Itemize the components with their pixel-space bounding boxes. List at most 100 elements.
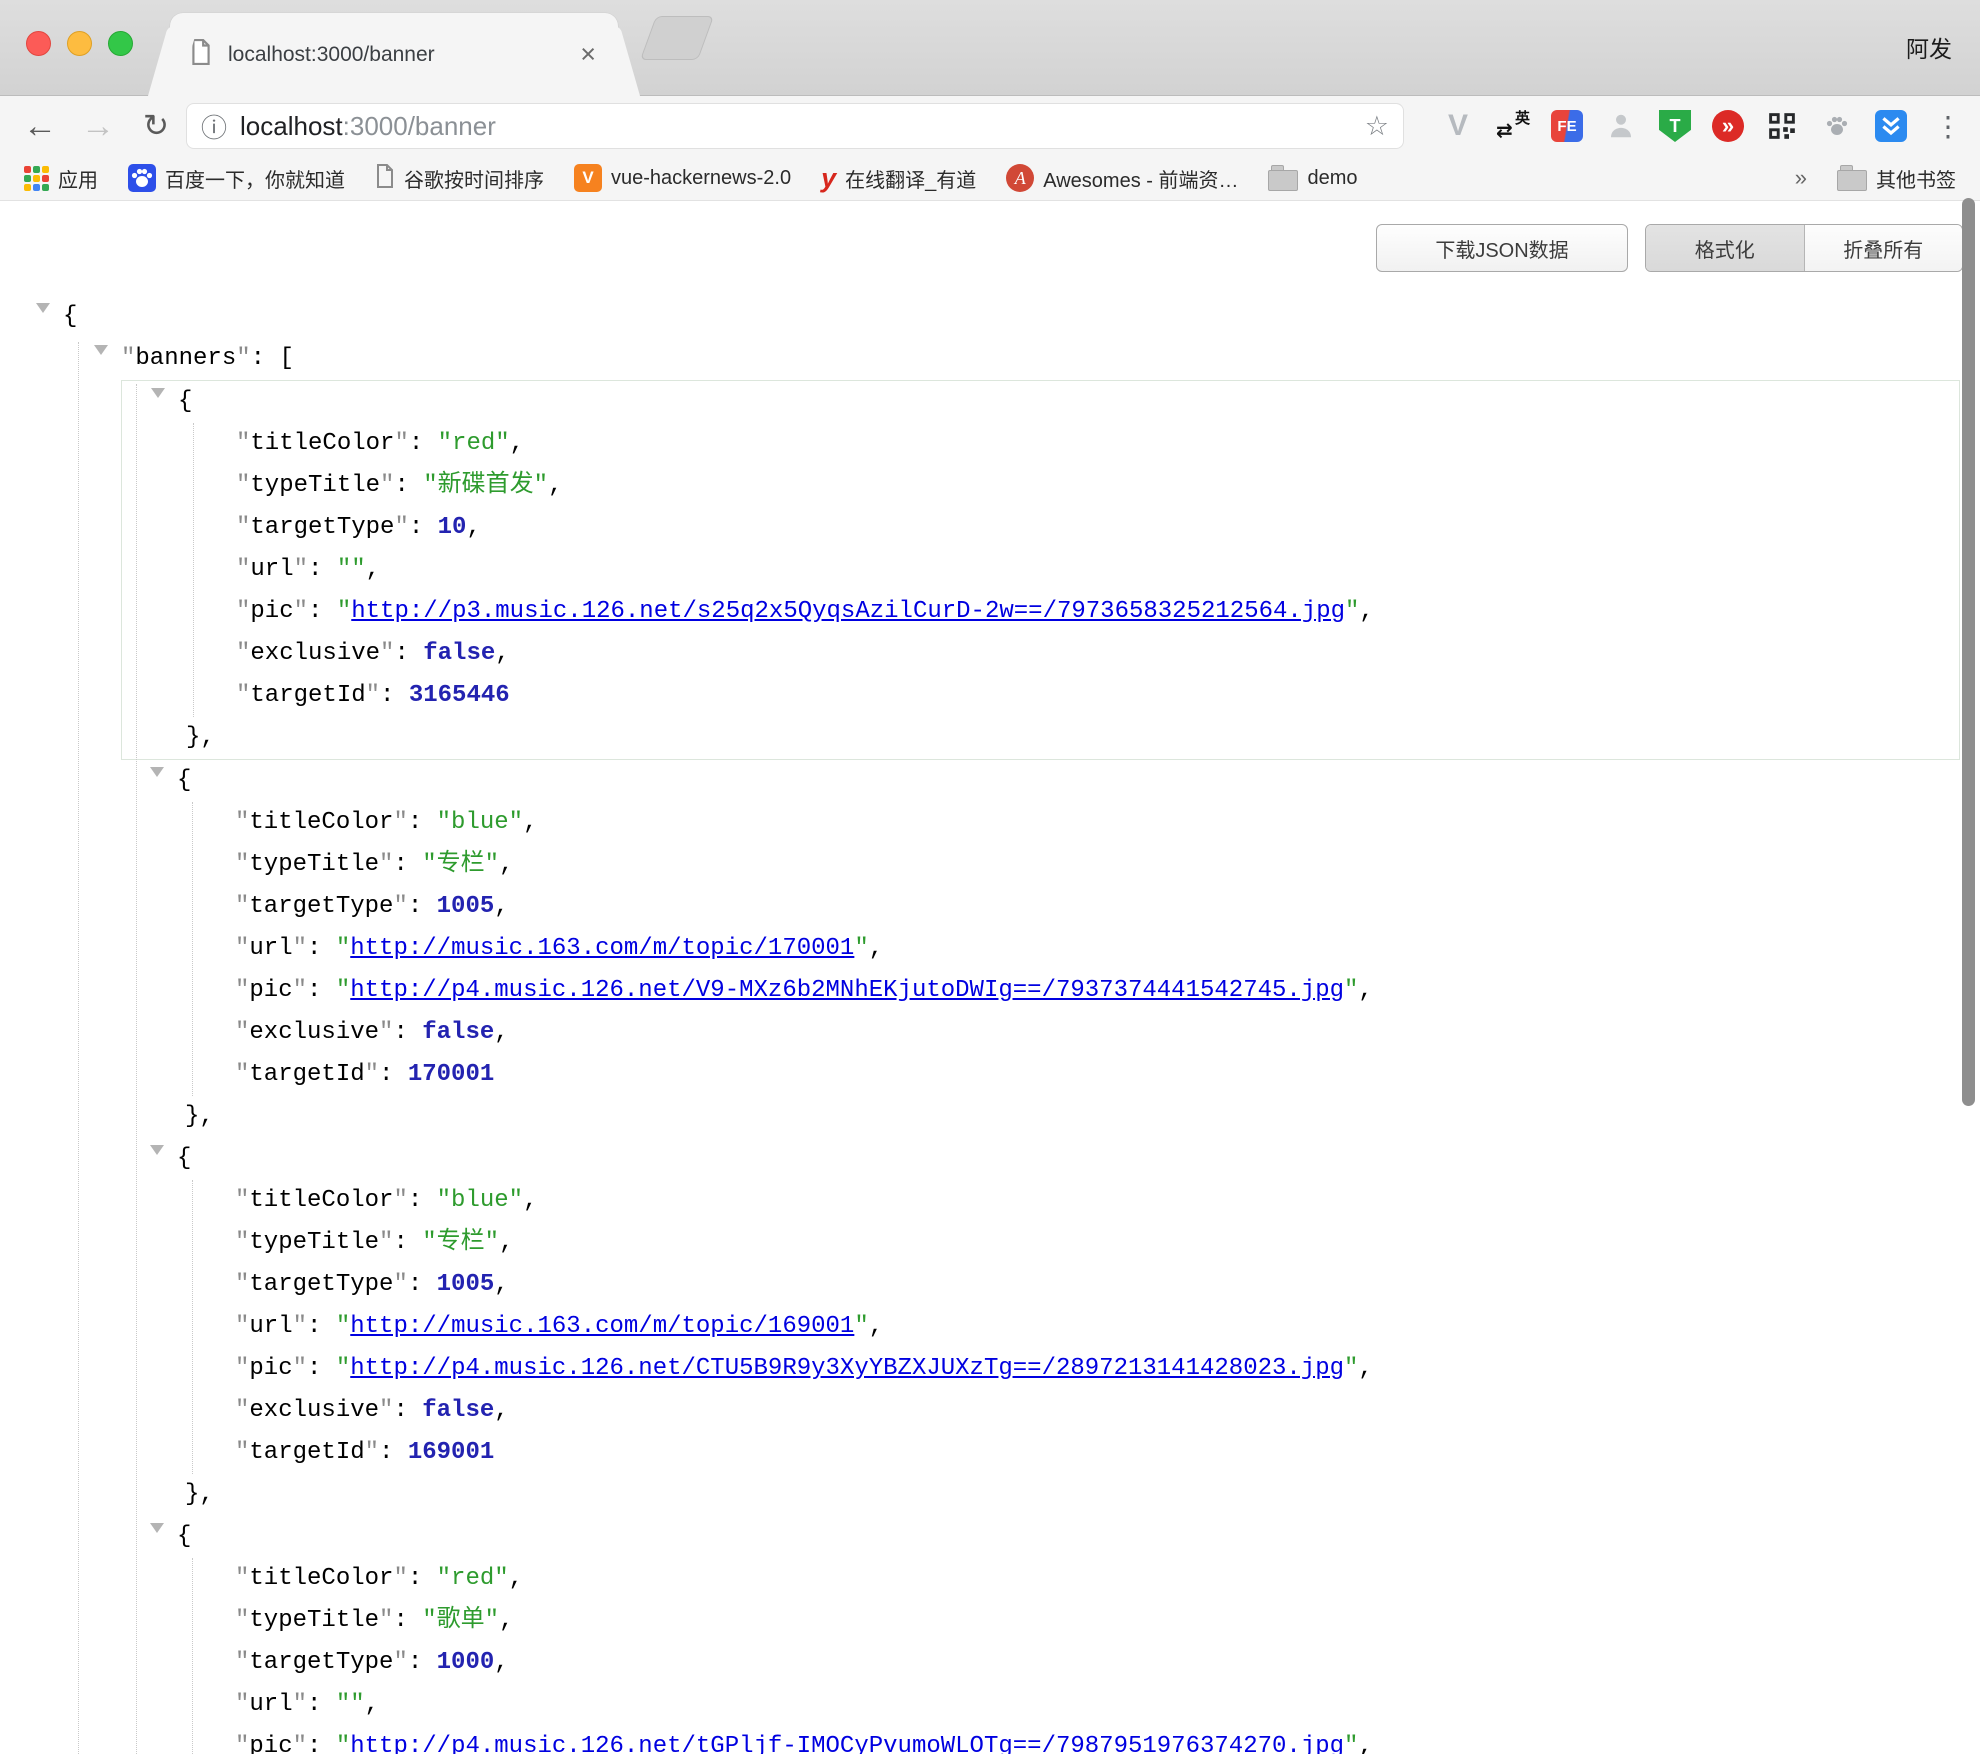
json-object-close: }, bbox=[121, 1096, 1960, 1138]
vue-devtools-extension-icon[interactable]: V bbox=[1441, 109, 1475, 143]
json-key: typeTitle bbox=[249, 1607, 379, 1634]
bookmark-label: Awesomes - 前端资… bbox=[1043, 164, 1238, 193]
collapse-triangle-icon[interactable] bbox=[36, 303, 50, 320]
json-string-value: "" bbox=[336, 1691, 365, 1718]
json-string-value: "" bbox=[337, 556, 366, 583]
json-string-value: "red" bbox=[438, 430, 510, 457]
url-host: localhost bbox=[240, 111, 343, 141]
tampermonkey-extension-icon[interactable]: T bbox=[1659, 110, 1691, 142]
json-key: titleColor bbox=[249, 1565, 393, 1592]
json-property-targetId: "targetId": 169001 bbox=[121, 1432, 1960, 1474]
collapse-all-button[interactable]: 折叠所有 bbox=[1804, 225, 1963, 271]
new-tab-button[interactable] bbox=[640, 16, 714, 60]
browser-tab[interactable]: localhost:3000/banner × bbox=[170, 13, 618, 96]
json-property-targetType: "targetType": 1005, bbox=[121, 886, 1960, 928]
json-key: targetType bbox=[250, 514, 394, 541]
collapse-triangle-icon[interactable] bbox=[151, 388, 165, 405]
json-property-exclusive: "exclusive": false, bbox=[121, 1012, 1960, 1054]
bookmark-item-1[interactable]: 百度一下，你就知道 bbox=[128, 164, 345, 193]
fe-extension-icon[interactable]: FE bbox=[1551, 110, 1583, 142]
page-scrollbar-thumb[interactable] bbox=[1962, 198, 1975, 1106]
thunder-extension-icon[interactable] bbox=[1875, 110, 1907, 142]
bookmarks-overflow-icon[interactable]: » bbox=[1795, 165, 1807, 191]
json-string-value: "专栏" bbox=[422, 851, 499, 878]
forward-icon[interactable]: → bbox=[76, 96, 120, 156]
json-string-value: "专栏" bbox=[422, 1229, 499, 1256]
json-object-open: { bbox=[121, 760, 1960, 802]
browser-profile-name[interactable]: 阿发 bbox=[1906, 30, 1952, 64]
json-property-titleColor: "titleColor": "blue", bbox=[121, 802, 1960, 844]
json-guide-line bbox=[78, 342, 79, 1754]
collapse-triangle-icon[interactable] bbox=[150, 1523, 164, 1540]
tab-close-icon[interactable]: × bbox=[578, 41, 598, 68]
json-link[interactable]: http://music.163.com/m/topic/170001 bbox=[350, 935, 854, 962]
json-property-titleColor: "titleColor": "blue", bbox=[121, 1180, 1960, 1222]
bookmark-item-3[interactable]: Vvue-hackernews-2.0 bbox=[574, 164, 791, 192]
json-key: typeTitle bbox=[250, 472, 380, 499]
bookmark-star-icon[interactable]: ☆ bbox=[1365, 111, 1389, 142]
back-icon[interactable]: ← bbox=[18, 96, 62, 156]
collapse-triangle-icon[interactable] bbox=[150, 767, 164, 784]
collapse-triangle-icon[interactable] bbox=[94, 345, 108, 362]
json-key: targetId bbox=[250, 682, 365, 709]
json-key: typeTitle bbox=[249, 1229, 379, 1256]
url-bar[interactable]: ⓘ localhost:3000/banner ☆ bbox=[186, 103, 1404, 149]
json-link[interactable]: http://music.163.com/m/topic/169001 bbox=[350, 1313, 854, 1340]
json-key: url bbox=[249, 935, 292, 962]
bookmark-label: 应用 bbox=[58, 164, 98, 193]
page-info-icon[interactable]: ⓘ bbox=[201, 108, 227, 145]
json-link[interactable]: http://p4.music.126.net/V9-MXz6b2MNhEKju… bbox=[350, 977, 1344, 1004]
json-key: pic bbox=[249, 977, 292, 1004]
bookmark-label: demo bbox=[1307, 167, 1357, 190]
json-property-targetId: "targetId": 3165446 bbox=[122, 675, 1959, 717]
zoom-window-button[interactable] bbox=[108, 31, 133, 56]
folder-icon bbox=[1268, 170, 1298, 191]
json-key: targetId bbox=[249, 1439, 364, 1466]
bookmark-item-0[interactable]: 应用 bbox=[24, 164, 98, 193]
extensions-bar: V 英⇄ FE T » ⋮ bbox=[1420, 96, 1980, 156]
json-string-value: "歌单" bbox=[422, 1607, 499, 1634]
close-window-button[interactable] bbox=[26, 31, 51, 56]
json-link[interactable]: http://p4.music.126.net/tGPljf-IMOCyPvum… bbox=[350, 1733, 1344, 1754]
page-icon bbox=[375, 163, 395, 194]
json-property-pic: "pic": "http://p4.music.126.net/tGPljf-I… bbox=[121, 1726, 1960, 1754]
url-path: :3000/banner bbox=[343, 111, 496, 141]
other-bookmarks-folder[interactable]: 其他书签 bbox=[1837, 164, 1956, 193]
format-button[interactable]: 格式化 bbox=[1646, 225, 1804, 271]
minimize-window-button[interactable] bbox=[67, 31, 92, 56]
json-key: titleColor bbox=[250, 430, 394, 457]
qrcode-extension-icon[interactable] bbox=[1765, 109, 1799, 143]
json-banners-line: "banners": [ bbox=[0, 338, 1980, 380]
url-text[interactable]: localhost:3000/banner bbox=[240, 111, 496, 142]
bookmark-item-6[interactable]: demo bbox=[1268, 166, 1357, 191]
json-property-pic: "pic": "http://p4.music.126.net/CTU5B9R9… bbox=[121, 1348, 1960, 1390]
translate-extension-icon[interactable]: 英⇄ bbox=[1496, 109, 1530, 143]
json-link[interactable]: http://p4.music.126.net/CTU5B9R9y3XyYBZX… bbox=[350, 1355, 1344, 1382]
reload-icon[interactable]: ↻ bbox=[134, 96, 178, 156]
video-downloader-extension-icon[interactable]: » bbox=[1712, 110, 1744, 142]
person-extension-icon[interactable] bbox=[1604, 109, 1638, 143]
json-banner-object-1: {"titleColor": "blue","typeTitle": "专栏",… bbox=[121, 760, 1960, 1138]
browser-menu-icon[interactable]: ⋮ bbox=[1934, 110, 1962, 143]
vue-icon: V bbox=[574, 164, 602, 192]
json-property-url: "url": "", bbox=[121, 1684, 1960, 1726]
json-property-exclusive: "exclusive": false, bbox=[122, 633, 1959, 675]
json-string-value: "blue" bbox=[437, 809, 523, 836]
json-property-exclusive: "exclusive": false, bbox=[121, 1390, 1960, 1432]
json-key: pic bbox=[249, 1355, 292, 1382]
json-key: banners bbox=[135, 345, 236, 372]
download-json-button[interactable]: 下载JSON数据 bbox=[1376, 224, 1628, 272]
json-key: exclusive bbox=[249, 1019, 379, 1046]
bookmark-item-4[interactable]: y在线翻译_有道 bbox=[821, 164, 976, 193]
json-property-targetType: "targetType": 1005, bbox=[121, 1264, 1960, 1306]
json-key: titleColor bbox=[249, 809, 393, 836]
json-property-targetType: "targetType": 10, bbox=[122, 507, 1959, 549]
folder-icon bbox=[1837, 170, 1867, 191]
bookmark-item-2[interactable]: 谷歌按时间排序 bbox=[375, 163, 544, 194]
paw-extension-icon[interactable] bbox=[1820, 109, 1854, 143]
json-object-open: { bbox=[121, 1516, 1960, 1558]
bookmark-item-5[interactable]: AAwesomes - 前端资… bbox=[1006, 164, 1238, 193]
json-link[interactable]: http://p3.music.126.net/s25q2x5QyqsAzilC… bbox=[351, 598, 1345, 625]
bookmark-label: 百度一下，你就知道 bbox=[165, 164, 345, 193]
collapse-triangle-icon[interactable] bbox=[150, 1145, 164, 1162]
